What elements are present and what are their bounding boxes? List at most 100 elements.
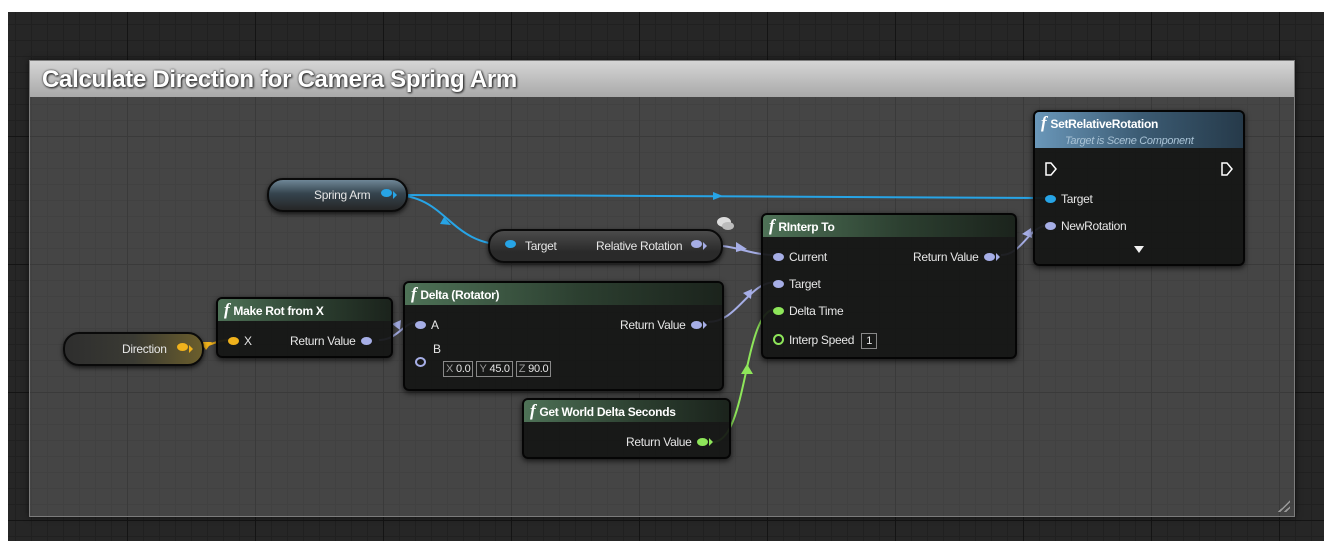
x-value: 0.0 <box>456 363 471 375</box>
pin-label: Return Value <box>620 318 686 332</box>
input-pin-x[interactable]: X <box>228 334 252 348</box>
comment-bubble-icon[interactable] <box>714 215 736 233</box>
relative-rotation-node[interactable]: Target Relative Rotation <box>488 229 723 263</box>
input-pin-target[interactable]: Target <box>773 277 821 291</box>
wires-layer <box>185 192 1051 443</box>
y-value: 45.0 <box>489 363 511 375</box>
pin-arrow-icon <box>189 345 193 353</box>
pin-arrow-icon <box>995 252 1000 261</box>
wire-arrow <box>392 320 401 330</box>
vector-pin-icon[interactable] <box>228 336 239 345</box>
node-header[interactable]: f Make Rot from X <box>218 299 391 321</box>
function-icon: f <box>530 401 536 420</box>
b-y-field[interactable]: Y 45.0 <box>476 361 513 377</box>
expand-arrow-icon[interactable] <box>1134 246 1144 253</box>
vector-pin-icon[interactable] <box>177 343 188 351</box>
pin-label: B <box>433 342 441 356</box>
b-default-values: X 0.0 Y 45.0 Z 90.0 <box>443 361 554 377</box>
output-pin-return-value[interactable]: Return Value <box>626 435 713 449</box>
pin-label: X <box>244 334 252 348</box>
node-title: RInterp To <box>778 220 835 234</box>
node-header[interactable]: f RInterp To <box>763 215 1015 237</box>
spring-arm-label: Spring Arm <box>314 188 371 202</box>
pin-label: Delta Time <box>789 304 844 318</box>
input-pin-a[interactable]: A <box>415 318 439 332</box>
pin-label: Target <box>789 277 821 291</box>
pin-arrow-icon <box>708 437 713 446</box>
rotator-pin-icon[interactable] <box>983 252 995 261</box>
delta-rotator-node[interactable]: f Delta (Rotator) A B X 0.0 Y 45.0 Z 90.0 Retu… <box>403 281 724 391</box>
b-x-field[interactable]: X 0.0 <box>443 361 474 377</box>
rotator-pin-icon[interactable] <box>360 336 372 345</box>
object-pin-icon[interactable] <box>1045 194 1056 203</box>
interp-speed-value: 1 <box>866 335 873 347</box>
float-pin-empty-icon[interactable] <box>773 334 784 346</box>
pin-label: Target <box>1061 192 1093 206</box>
wire-arrow <box>713 192 723 200</box>
input-pin-target[interactable]: Target <box>1045 192 1093 206</box>
input-pin-interp-speed[interactable]: Interp Speed 1 <box>773 333 880 349</box>
pin-label: Return Value <box>913 250 979 264</box>
rotator-pin-icon[interactable] <box>415 320 426 329</box>
rotator-pin-icon[interactable] <box>773 279 784 288</box>
rotator-pin-icon[interactable] <box>1045 221 1056 230</box>
output-pin-return-value[interactable]: Return Value <box>620 318 707 332</box>
wire-arrow <box>1022 228 1032 238</box>
z-label: Z <box>518 363 526 375</box>
set-relative-rotation-node[interactable]: f SetRelativeRotation Target is Scene Com… <box>1033 110 1245 266</box>
y-label: Y <box>479 363 487 375</box>
node-title: SetRelativeRotation <box>1050 117 1159 131</box>
relative-rotation-output-label: Relative Rotation <box>596 239 683 253</box>
b-z-field[interactable]: Z 90.0 <box>515 361 552 377</box>
rotator-pin-icon[interactable] <box>690 320 702 329</box>
input-pin-b[interactable] <box>415 355 426 369</box>
exec-output-pin-icon[interactable] <box>1221 162 1233 176</box>
output-pin-return-value[interactable]: Return Value <box>290 334 372 348</box>
input-pin-current[interactable]: Current <box>773 250 827 264</box>
output-pin-return-value[interactable]: Return Value <box>913 250 1000 264</box>
wire-arrow <box>741 364 753 374</box>
function-icon: f <box>1041 113 1047 132</box>
float-pin-icon[interactable] <box>696 437 708 446</box>
node-header[interactable]: f Delta (Rotator) <box>405 283 722 305</box>
float-pin-icon[interactable] <box>773 306 784 315</box>
node-header[interactable]: f Get World Delta Seconds <box>524 400 729 422</box>
pin-label: Current <box>789 250 827 264</box>
pin-label: A <box>431 318 439 332</box>
make-rot-from-x-node[interactable]: f Make Rot from X X Return Value <box>216 297 393 358</box>
pin-label: Return Value <box>290 334 356 348</box>
rotator-pin-icon[interactable] <box>691 240 702 248</box>
input-pin-new-rotation[interactable]: NewRotation <box>1045 219 1127 233</box>
x-label: X <box>446 363 454 375</box>
z-value: 90.0 <box>528 363 549 375</box>
get-world-delta-seconds-node[interactable]: f Get World Delta Seconds Return Value <box>522 398 731 459</box>
pin-arrow-icon <box>393 191 397 199</box>
input-pin-b-label: B <box>433 342 441 356</box>
node-title: Make Rot from X <box>233 304 324 318</box>
pin-arrow-icon <box>702 320 707 329</box>
direction-label: Direction <box>122 342 167 356</box>
pin-arrow-icon <box>703 242 707 250</box>
target-pin-icon[interactable] <box>505 240 516 248</box>
function-icon: f <box>769 216 775 235</box>
rinterp-to-node[interactable]: f RInterp To Current Target Delta Time In… <box>761 213 1017 359</box>
direction-getter-node[interactable]: Direction <box>63 332 204 366</box>
function-icon: f <box>224 300 230 319</box>
rotator-pin-empty-icon[interactable] <box>415 356 426 367</box>
object-pin-icon[interactable] <box>381 189 392 197</box>
blueprint-graph-canvas[interactable]: Calculate Direction for Camera Spring Ar… <box>8 12 1324 541</box>
relative-rotation-target-label: Target <box>525 239 557 253</box>
pin-label: Return Value <box>626 435 692 449</box>
spring-arm-getter-node[interactable]: Spring Arm <box>267 178 408 212</box>
input-pin-delta-time[interactable]: Delta Time <box>773 304 844 318</box>
rotator-pin-icon[interactable] <box>773 252 784 261</box>
function-icon: f <box>411 284 417 303</box>
exec-input-pin-icon[interactable] <box>1045 162 1057 176</box>
interp-speed-field[interactable]: 1 <box>861 333 878 349</box>
node-subtitle: Target is Scene Component <box>1065 135 1194 147</box>
node-header[interactable]: f SetRelativeRotation Target is Scene Com… <box>1035 112 1243 148</box>
node-title: Get World Delta Seconds <box>539 405 676 419</box>
node-title: Delta (Rotator) <box>420 288 500 302</box>
pin-label: Interp Speed <box>789 333 855 347</box>
pin-label: NewRotation <box>1061 219 1127 233</box>
